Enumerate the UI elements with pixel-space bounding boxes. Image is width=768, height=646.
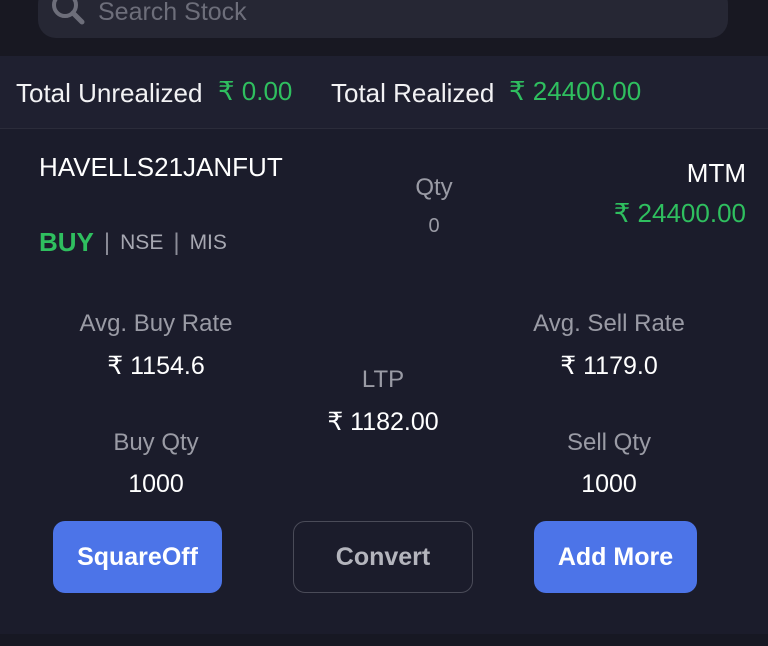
mtm-label: MTM [686,158,746,188]
mtm-value: ₹ 24400.00 [613,198,746,228]
position-card[interactable]: HAVELLS21JANFUT BUY | NSE | MIS Qty 0 MT… [0,129,768,646]
search-bar[interactable] [38,0,728,38]
convert-button[interactable]: Convert [293,521,473,593]
total-unrealized-label: Total Unrealized [16,78,203,108]
total-realized-label: Total Realized [331,78,495,108]
search-icon [52,0,85,25]
total-realized-value: ₹ 24400.00 [509,76,642,106]
totals-bar: Total Unrealized ₹ 0.00 Total Realized ₹… [0,56,768,129]
ltp-label: LTP [361,366,405,393]
bottom-divider [0,634,768,646]
add-more-button[interactable]: Add More [534,521,697,593]
search-input[interactable] [96,0,700,28]
top-bar [0,0,768,56]
avg-sell-rate-label: Avg. Sell Rate [533,310,685,337]
squareoff-button[interactable]: SquareOff [53,521,222,593]
sell-qty-value: 1000 [581,470,637,498]
total-unrealized-value: ₹ 0.00 [218,76,293,106]
sell-qty-label: Sell Qty [566,429,652,456]
avg-buy-rate-label: Avg. Buy Rate [79,310,233,337]
buy-qty-label: Buy Qty [113,429,199,456]
buy-qty-value: 1000 [128,470,184,498]
